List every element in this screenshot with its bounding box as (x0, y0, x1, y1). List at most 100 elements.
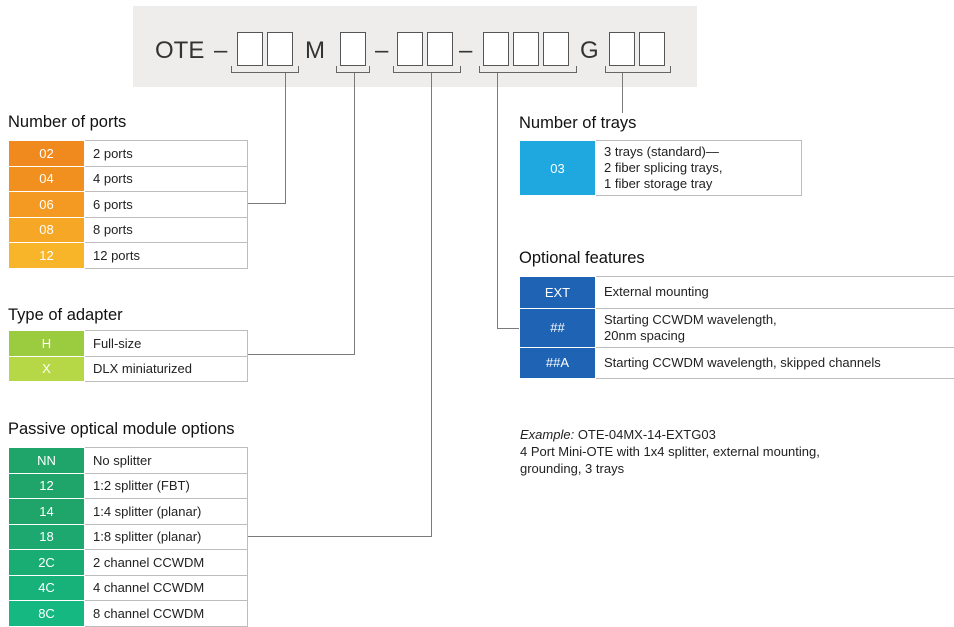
example-code: OTE-04MX-14-EXTG03 (574, 427, 716, 442)
trays-desc-line: 2 fiber splicing trays, (604, 160, 801, 176)
module-row: NNNo splitter (9, 448, 248, 474)
module-table: NNNo splitter121:2 splitter (FBT)141:4 s… (8, 447, 248, 627)
example-line-1: Example: OTE-04MX-14-EXTG03 (520, 426, 820, 443)
connector-module-h (248, 536, 432, 537)
trays-table: 033 trays (standard)—2 fiber splicing tr… (519, 140, 802, 196)
dash-1: – (214, 36, 227, 66)
trays-code-cell: 03 (520, 141, 596, 196)
features-desc-line: 20nm spacing (604, 328, 954, 344)
trays-heading: Number of trays (519, 114, 636, 133)
module-desc-cell: 4 channel CCWDM (85, 575, 248, 601)
features-heading: Optional features (519, 249, 645, 268)
ports-code-cell: 12 (9, 243, 85, 269)
adapter-desc-cell: DLX miniaturized (85, 356, 248, 382)
ports-desc-cell: 2 ports (85, 141, 248, 167)
ports-code-cell: 08 (9, 217, 85, 243)
example-line-2: 4 Port Mini-OTE with 1x4 splitter, exter… (520, 443, 820, 460)
adapter-row: HFull-size (9, 331, 248, 357)
adapter-box (340, 32, 366, 66)
ports-row: 022 ports (9, 141, 248, 167)
tray-box-1 (609, 32, 635, 66)
module-desc-cell: 1:8 splitter (planar) (85, 524, 248, 550)
connector-trays-v (622, 73, 623, 113)
example-line-3: grounding, 3 trays (520, 460, 820, 477)
trays-desc-cell: 3 trays (standard)—2 fiber splicing tray… (596, 141, 802, 196)
features-code-cell: EXT (520, 277, 596, 309)
module-desc-cell: No splitter (85, 448, 248, 474)
features-row: ##A Starting CCWDM wavelength, skipped ch… (520, 347, 954, 379)
trays-desc-line: 1 fiber storage tray (604, 176, 801, 192)
ports-row: 088 ports (9, 217, 248, 243)
ports-desc-cell: 6 ports (85, 192, 248, 218)
features-desc-cell: External mounting (596, 277, 954, 309)
features-code-cell: ##A (520, 347, 596, 379)
module-row: 121:2 splitter (FBT) (9, 473, 248, 499)
adapter-code-cell: X (9, 356, 85, 382)
dash-3: – (459, 36, 472, 66)
port-digit-box-1 (237, 32, 263, 66)
example-block: Example: OTE-04MX-14-EXTG03 4 Port Mini-… (520, 426, 820, 477)
adapter-code-cell: H (9, 331, 85, 357)
features-desc-cell: Starting CCWDM wavelength, skipped chann… (596, 347, 954, 379)
features-bracket (479, 66, 577, 73)
ports-code-cell: 04 (9, 166, 85, 192)
ports-desc-cell: 8 ports (85, 217, 248, 243)
adapter-heading: Type of adapter (8, 306, 123, 325)
module-bracket (393, 66, 461, 73)
connector-features-v (497, 73, 498, 329)
ports-row: 1212 ports (9, 243, 248, 269)
features-row: EXT External mounting (520, 277, 954, 309)
ports-table: 022 ports044 ports066 ports088 ports1212… (8, 140, 248, 269)
module-code-cell: 12 (9, 473, 85, 499)
module-code-cell: NN (9, 448, 85, 474)
ports-code-cell: 06 (9, 192, 85, 218)
features-desc-line: Starting CCWDM wavelength, (604, 312, 954, 328)
trays-bracket (605, 66, 671, 73)
adapter-row: XDLX miniaturized (9, 356, 248, 382)
module-heading: Passive optical module options (8, 420, 235, 439)
adapter-desc-cell: Full-size (85, 331, 248, 357)
module-box-2 (427, 32, 453, 66)
port-digit-box-2 (267, 32, 293, 66)
ports-desc-cell: 4 ports (85, 166, 248, 192)
ports-bracket (231, 66, 299, 73)
ports-row: 044 ports (9, 166, 248, 192)
part-number-banner: OTE – M – – G (133, 6, 697, 87)
adapter-table: HFull-sizeXDLX miniaturized (8, 330, 248, 382)
connector-module-v (431, 73, 432, 537)
module-row: 4C4 channel CCWDM (9, 575, 248, 601)
features-desc-line: Starting CCWDM wavelength, skipped chann… (604, 355, 954, 371)
features-desc-line: External mounting (604, 284, 954, 300)
module-row: 8C8 channel CCWDM (9, 601, 248, 627)
module-desc-cell: 1:2 splitter (FBT) (85, 473, 248, 499)
m-text: M (305, 36, 325, 66)
trays-row: 033 trays (standard)—2 fiber splicing tr… (520, 141, 802, 196)
features-row: ##Starting CCWDM wavelength,20nm spacing (520, 308, 954, 347)
example-label: Example: (520, 427, 574, 442)
tray-box-2 (639, 32, 665, 66)
connector-adapter-v (354, 73, 355, 355)
module-row: 2C2 channel CCWDM (9, 550, 248, 576)
g-text: G (580, 36, 599, 66)
ports-desc-cell: 12 ports (85, 243, 248, 269)
module-desc-cell: 2 channel CCWDM (85, 550, 248, 576)
module-desc-cell: 8 channel CCWDM (85, 601, 248, 627)
connector-ports-h (248, 203, 286, 204)
ports-row: 066 ports (9, 192, 248, 218)
ports-heading: Number of ports (8, 113, 126, 132)
prefix-text: OTE (155, 36, 204, 66)
adapter-bracket (336, 66, 370, 73)
feature-box-1 (483, 32, 509, 66)
features-desc-cell: Starting CCWDM wavelength,20nm spacing (596, 308, 954, 347)
module-code-cell: 14 (9, 499, 85, 525)
module-code-cell: 2C (9, 550, 85, 576)
module-desc-cell: 1:4 splitter (planar) (85, 499, 248, 525)
connector-ports-v (285, 73, 286, 204)
feature-box-2 (513, 32, 539, 66)
module-row: 141:4 splitter (planar) (9, 499, 248, 525)
connector-features-h (497, 328, 519, 329)
module-row: 181:8 splitter (planar) (9, 524, 248, 550)
feature-box-3 (543, 32, 569, 66)
features-table: EXT External mounting ##Starting CCWDM wav… (519, 276, 954, 379)
ports-code-cell: 02 (9, 141, 85, 167)
